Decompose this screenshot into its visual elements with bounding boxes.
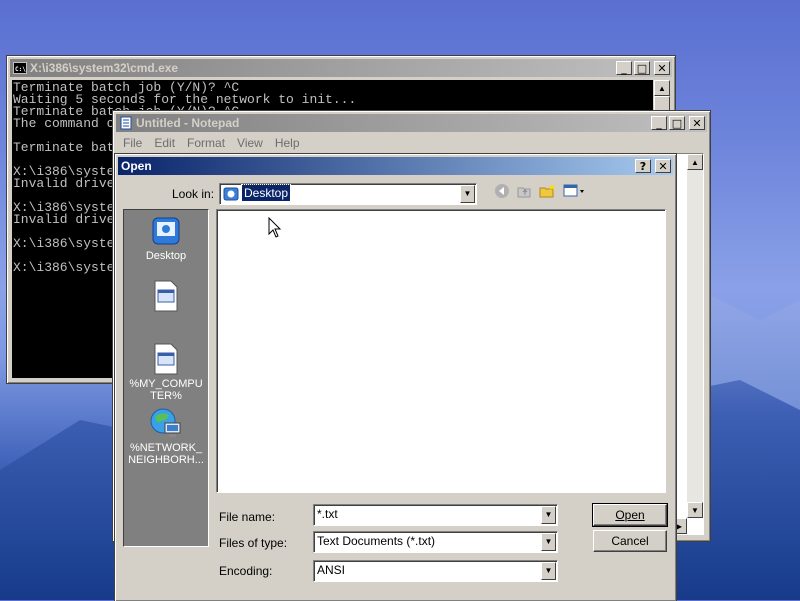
file-list[interactable]: [216, 209, 666, 493]
chevron-down-icon[interactable]: ▼: [460, 185, 475, 203]
scroll-up-arrow-icon[interactable]: ▲: [654, 80, 670, 96]
maximize-button[interactable]: □: [669, 116, 685, 130]
file-name-input[interactable]: *.txt ▼: [313, 504, 558, 526]
help-button[interactable]: ?: [635, 159, 651, 173]
menu-view[interactable]: View: [231, 134, 269, 152]
dialog-titlebar[interactable]: Open ? ✕: [118, 157, 673, 175]
place-network[interactable]: %NETWORK_NEIGHBORH...: [124, 407, 208, 466]
document-icon: [154, 343, 178, 375]
back-icon[interactable]: [493, 182, 511, 200]
cmd-titlebar[interactable]: C:\ X:\i386\system32\cmd.exe _ □ ✕: [10, 59, 672, 77]
open-button[interactable]: Open: [592, 503, 668, 527]
view-menu-icon[interactable]: [563, 182, 587, 200]
cmd-title: X:\i386\system32\cmd.exe: [30, 61, 179, 75]
desktop-small-icon: [223, 187, 239, 201]
files-of-type-value: Text Documents (*.txt): [317, 534, 436, 548]
menu-edit[interactable]: Edit: [148, 134, 181, 152]
encoding-label: Encoding:: [219, 564, 273, 578]
menu-bar: File Edit Format View Help: [117, 134, 706, 152]
desktop-icon: [152, 217, 180, 245]
cmd-icon: C:\: [13, 62, 27, 74]
look-in-combo[interactable]: Desktop ▼: [219, 183, 477, 205]
scroll-up-arrow-icon[interactable]: ▲: [687, 154, 703, 170]
minimize-button[interactable]: _: [651, 116, 667, 130]
chevron-down-icon[interactable]: ▼: [541, 506, 556, 524]
chevron-down-icon[interactable]: ▼: [541, 533, 556, 551]
menu-file[interactable]: File: [117, 134, 148, 152]
place-my-computer-label: %MY_COMPUTER%: [129, 378, 203, 402]
document-icon: [154, 280, 178, 312]
minimize-button[interactable]: _: [616, 61, 632, 75]
open-button-label: Open: [615, 508, 645, 522]
place-my-computer[interactable]: %MY_COMPUTER%: [124, 343, 208, 402]
files-of-type-label: Files of type:: [219, 536, 288, 550]
maximize-button[interactable]: □: [634, 61, 650, 75]
files-of-type-select[interactable]: Text Documents (*.txt) ▼: [313, 531, 558, 553]
notepad-title: Untitled - Notepad: [136, 116, 240, 130]
dialog-title: Open: [121, 159, 152, 173]
svg-text:C:\: C:\: [15, 66, 26, 73]
close-button[interactable]: ✕: [654, 61, 670, 75]
look-in-value: Desktop: [240, 184, 292, 202]
place-document[interactable]: [124, 280, 208, 315]
vertical-scrollbar[interactable]: ▲ ▼: [687, 154, 703, 518]
place-network-label: %NETWORK_NEIGHBORH...: [128, 442, 204, 466]
file-name-value: *.txt: [317, 507, 338, 521]
place-desktop-label: Desktop: [145, 250, 187, 262]
close-button[interactable]: ✕: [689, 116, 705, 130]
network-icon: [150, 408, 181, 437]
cancel-button[interactable]: Cancel: [593, 530, 667, 552]
notepad-icon: [120, 116, 132, 130]
mouse-cursor-icon: [268, 217, 282, 238]
notepad-titlebar[interactable]: Untitled - Notepad _ □ ✕: [116, 114, 707, 132]
menu-format[interactable]: Format: [181, 134, 231, 152]
dialog-close-button[interactable]: ✕: [655, 159, 671, 173]
place-desktop[interactable]: Desktop: [124, 215, 208, 262]
look-in-label: Look in:: [172, 187, 215, 201]
encoding-select[interactable]: ANSI ▼: [313, 560, 558, 582]
encoding-value: ANSI: [317, 563, 346, 577]
menu-help[interactable]: Help: [269, 134, 306, 152]
open-dialog[interactable]: Open ? ✕ Look in: Desktop ▼ Desktop %MY_…: [114, 153, 677, 601]
up-folder-icon[interactable]: [515, 182, 533, 200]
file-name-label: File name:: [219, 510, 276, 524]
places-bar: Desktop %MY_COMPUTER% %NETWORK_NEIGHBORH…: [123, 209, 209, 547]
scroll-down-arrow-icon[interactable]: ▼: [687, 502, 703, 518]
new-folder-icon[interactable]: [539, 182, 557, 200]
chevron-down-icon[interactable]: ▼: [541, 562, 556, 580]
